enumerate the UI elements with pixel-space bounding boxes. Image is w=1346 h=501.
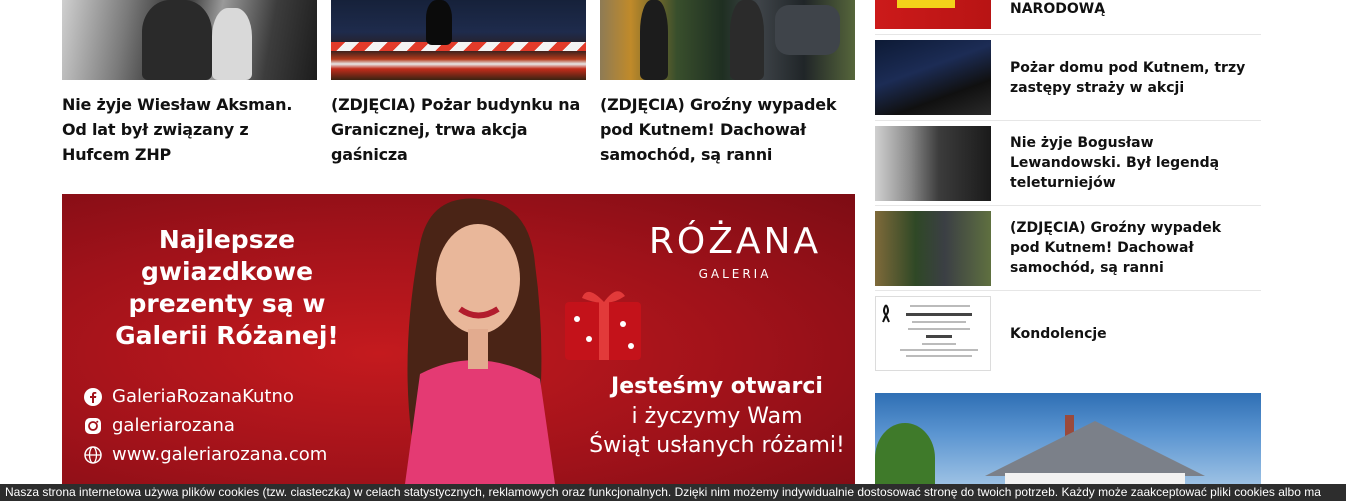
sidebar-item-title[interactable]: NARODOWĄ: [1010, 0, 1105, 18]
sidebar-thumbnail[interactable]: [875, 126, 991, 201]
article-thumbnail[interactable]: [331, 0, 586, 80]
globe-icon: [84, 445, 102, 464]
article-card-aksman[interactable]: Nie żyje Wiesław Aksman. Od lat był zwią…: [62, 0, 317, 167]
greeting-open: Jesteśmy otwarci: [611, 374, 823, 399]
sidebar-item-title[interactable]: (ZDJĘCIA) Groźny wypadek pod Kutnem! Dac…: [1010, 218, 1250, 278]
article-title[interactable]: (ZDJĘCIA) Groźny wypadek pod Kutnem! Dac…: [600, 92, 855, 167]
brand-name: RÓŻANA: [648, 221, 822, 262]
sidebar-item-wypadek[interactable]: (ZDJĘCIA) Groźny wypadek pod Kutnem! Dac…: [875, 206, 1261, 291]
holiday-greeting: Jesteśmy otwarci i życzymy Wam Świąt usł…: [582, 372, 852, 460]
sidebar-item-title[interactable]: Pożar domu pod Kutnem, trzy zastępy stra…: [1010, 58, 1250, 98]
article-title[interactable]: (ZDJĘCIA) Pożar budynku na Granicznej, t…: [331, 92, 586, 167]
instagram-link: galeriarozana: [84, 411, 327, 440]
social-links: GaleriaRozanaKutno galeriarozana www.gal…: [84, 382, 327, 469]
sidebar-item-kondolencje[interactable]: Kondolencje: [875, 291, 1261, 376]
galeria-rozana-logo: RÓŻANA GALERIA: [640, 221, 830, 281]
brand-subtitle: GALERIA: [698, 267, 772, 281]
model-photo: [405, 198, 555, 484]
article-card-wypadek[interactable]: (ZDJĘCIA) Groźny wypadek pod Kutnem! Dac…: [600, 0, 855, 167]
facebook-handle: GaleriaRozanaKutno: [112, 386, 294, 407]
sidebar-house-ad[interactable]: [875, 393, 1261, 484]
instagram-handle: galeriarozana: [112, 415, 235, 436]
sidebar-thumbnail[interactable]: [875, 0, 991, 29]
article-thumbnail[interactable]: [600, 0, 855, 80]
sidebar-thumbnail[interactable]: [875, 40, 991, 115]
cookie-consent-text: Nasza strona internetowa używa plików co…: [5, 485, 1321, 499]
article-title[interactable]: Nie żyje Wiesław Aksman. Od lat był zwią…: [62, 92, 317, 167]
sidebar-item-title[interactable]: Kondolencje: [1010, 324, 1250, 344]
galeria-rozana-banner[interactable]: Najlepsze gwiazdkowe prezenty są w Galer…: [62, 194, 855, 484]
website-url: www.galeriarozana.com: [112, 444, 328, 465]
article-card-pozar-graniczna[interactable]: (ZDJĘCIA) Pożar budynku na Granicznej, t…: [331, 0, 586, 167]
cookie-consent-bar: Nasza strona internetowa używa plików co…: [0, 484, 1346, 501]
greeting-roses: Świąt usłanych różami!: [589, 433, 845, 458]
sidebar-item-narodowa[interactable]: NARODOWĄ: [875, 0, 1261, 35]
website-link: www.galeriarozana.com: [84, 440, 327, 469]
sidebar-item-title[interactable]: Nie żyje Bogusław Lewandowski. Był legen…: [1010, 133, 1250, 193]
instagram-icon: [84, 417, 102, 435]
banner-headline: Najlepsze gwiazdkowe prezenty są w Galer…: [115, 225, 339, 350]
sidebar-item-lewandowski[interactable]: Nie żyje Bogusław Lewandowski. Był legen…: [875, 121, 1261, 206]
sidebar-thumbnail[interactable]: [875, 211, 991, 286]
sidebar-item-pozar-domu[interactable]: Pożar domu pod Kutnem, trzy zastępy stra…: [875, 36, 1261, 121]
condolence-card-thumbnail[interactable]: [875, 296, 991, 371]
greeting-wish: i życzymy Wam: [631, 404, 803, 429]
gift-box-icon: [565, 291, 641, 360]
facebook-icon: [84, 387, 102, 406]
facebook-link: GaleriaRozanaKutno: [84, 382, 327, 411]
article-thumbnail[interactable]: [62, 0, 317, 80]
